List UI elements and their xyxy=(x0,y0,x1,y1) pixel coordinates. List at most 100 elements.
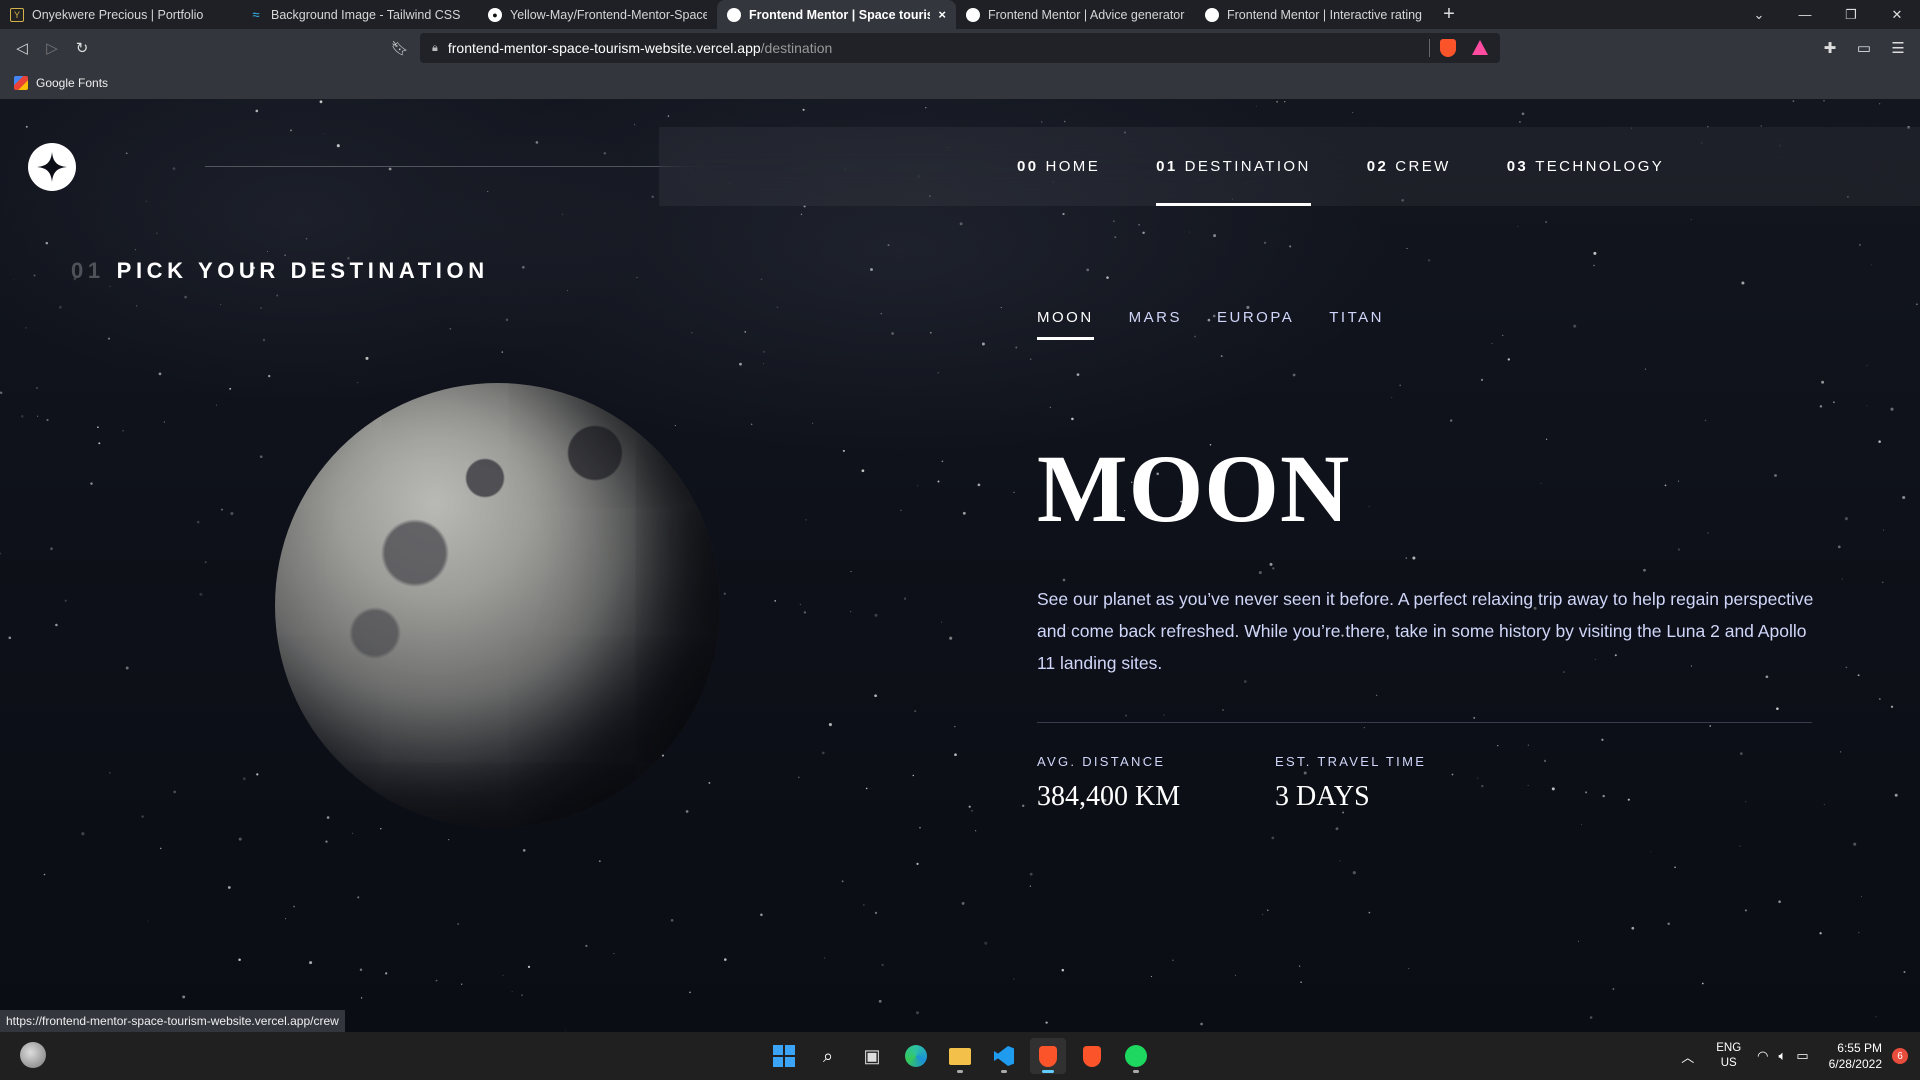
lock-icon: 🔒︎ xyxy=(432,41,438,54)
region-code: US xyxy=(1720,1057,1737,1069)
windows-start-icon[interactable] xyxy=(766,1038,802,1074)
nav-number: 03 xyxy=(1506,158,1529,175)
volume-icon[interactable]: 🔈︎ xyxy=(1779,1048,1787,1064)
tab-github[interactable]: ● Yellow-May/Frontend-Mentor-Space-t xyxy=(478,0,717,29)
bookmark-google-fonts[interactable]: Google Fonts xyxy=(36,76,108,90)
globe-favicon-icon xyxy=(966,7,980,22)
battery-icon[interactable]: ▭ xyxy=(1796,1048,1808,1064)
tab-title: Frontend Mentor | Advice generator a xyxy=(988,7,1185,22)
destination-page: 00 HOME 01 DESTINATION 02 CREW 03 TECHNOLOGY… xyxy=(0,99,1920,1032)
tab-europa[interactable]: EUROPA xyxy=(1217,309,1294,340)
extensions-icon[interactable]: ✚ xyxy=(1815,33,1845,63)
input-language[interactable]: ENG US xyxy=(1716,1041,1741,1071)
portfolio-favicon-icon: Y xyxy=(10,7,24,22)
wifi-icon[interactable]: ◠ xyxy=(1757,1048,1768,1064)
stats-divider xyxy=(1037,722,1812,723)
task-view-icon[interactable]: ▣ xyxy=(854,1038,890,1074)
stat-value: 3 DAYS xyxy=(1275,781,1370,812)
stat-value: 384,400 KM xyxy=(1037,781,1181,812)
search-icon[interactable]: ⌕ xyxy=(810,1038,846,1074)
clock-time: 6:55 PM xyxy=(1837,1041,1882,1055)
tab-tailwind[interactable]: ≈ Background Image - Tailwind CSS xyxy=(239,0,478,29)
stat-label: AVG. DISTANCE xyxy=(1037,754,1166,769)
tab-title: Frontend Mentor | Space tourism xyxy=(749,7,931,22)
tab-interactive-rating[interactable]: Frontend Mentor | Interactive rating c xyxy=(1195,0,1434,29)
nav-label: TECHNOLOGY xyxy=(1535,158,1665,175)
weather-widget-icon[interactable] xyxy=(20,1042,46,1068)
restore-icon[interactable]: ❐ xyxy=(1828,0,1874,29)
file-explorer-icon[interactable] xyxy=(942,1038,978,1074)
address-bar[interactable]: 🔒︎ frontend-mentor-space-tourism-website… xyxy=(420,33,1500,63)
reload-icon[interactable]: ↻ xyxy=(67,33,97,63)
url-path: /destination xyxy=(760,40,833,56)
nav-crew[interactable]: 02 CREW xyxy=(1367,127,1451,206)
brave-icon[interactable] xyxy=(1030,1038,1066,1074)
globe-favicon-icon xyxy=(727,7,741,22)
nav-label: DESTINATION xyxy=(1184,158,1311,175)
site-logo[interactable] xyxy=(28,143,76,191)
vscode-icon[interactable] xyxy=(986,1038,1022,1074)
google-fonts-icon xyxy=(14,76,28,90)
nav-destination[interactable]: 01 DESTINATION xyxy=(1156,127,1311,206)
globe-favicon-icon xyxy=(1205,7,1219,22)
new-tab-button[interactable]: + xyxy=(1434,0,1464,29)
nav-number: 02 xyxy=(1366,158,1389,175)
stat-distance: AVG. DISTANCE 384,400 KM xyxy=(1037,754,1180,813)
forward-icon[interactable]: ▷ xyxy=(37,33,67,63)
tab-title: Background Image - Tailwind CSS xyxy=(271,7,461,22)
system-tray: ︿ ENG US ◠ 🔈︎ ▭ 6:55 PM 6/28/2022 6 xyxy=(1681,1032,1920,1080)
spotify-icon[interactable] xyxy=(1118,1038,1154,1074)
destination-description: See our planet as you’ve never seen it b… xyxy=(1037,589,1814,673)
tab-list-chevron-icon[interactable]: ⌄ xyxy=(1736,0,1782,29)
header-divider-line xyxy=(205,166,730,167)
menu-icon[interactable]: ☰ xyxy=(1883,33,1913,63)
window-controls: ⌄ — ❐ ✕ xyxy=(1736,0,1920,29)
nav-label: CREW xyxy=(1395,158,1451,175)
url-host: frontend-mentor-space-tourism-website.ve… xyxy=(447,40,761,56)
moon-image xyxy=(275,383,720,828)
clock[interactable]: 6:55 PM 6/28/2022 xyxy=(1829,1040,1882,1072)
stat-label: EST. TRAVEL TIME xyxy=(1275,754,1427,769)
tab-portfolio[interactable]: Y Onyekwere Precious | Portfolio xyxy=(0,0,239,29)
tab-title: Frontend Mentor | Interactive rating c xyxy=(1227,7,1424,22)
destination-tabs: MOON MARS EUROPA TITAN xyxy=(1037,309,1384,340)
bookmarks-bar: Google Fonts xyxy=(0,67,1920,99)
tab-strip: Y Onyekwere Precious | Portfolio ≈ Backg… xyxy=(0,0,1920,29)
tab-moon[interactable]: MOON xyxy=(1037,309,1094,340)
nav-technology[interactable]: 03 TECHNOLOGY xyxy=(1507,127,1665,206)
brave-shields-icon[interactable] xyxy=(1440,39,1456,57)
tab-mars[interactable]: MARS xyxy=(1129,309,1182,340)
nav-label: HOME xyxy=(1045,158,1101,175)
bookmark-icon[interactable]: 🔖︎ xyxy=(391,40,409,57)
heading-text: PICK YOUR DESTINATION xyxy=(116,258,489,283)
star-logo-icon xyxy=(37,152,67,182)
wallet-icon[interactable]: ▭ xyxy=(1849,33,1879,63)
browser-toolbar: ◁ ▷ ↻ 🔖︎ 🔒︎ frontend-mentor-space-touris… xyxy=(0,29,1920,67)
edge-icon[interactable] xyxy=(898,1038,934,1074)
github-favicon-icon: ● xyxy=(488,7,502,22)
destination-name: MOON xyxy=(1037,435,1351,542)
clock-date: 6/28/2022 xyxy=(1828,1057,1882,1071)
back-icon[interactable]: ◁ xyxy=(7,33,37,63)
tab-titan[interactable]: TITAN xyxy=(1329,309,1384,340)
brave-icon[interactable] xyxy=(1074,1038,1110,1074)
tab-space-tourism[interactable]: Frontend Mentor | Space tourism × xyxy=(717,0,956,29)
tailwind-favicon-icon: ≈ xyxy=(252,7,260,22)
page-heading: 01 PICK YOUR DESTINATION xyxy=(71,258,489,284)
minimize-icon[interactable]: — xyxy=(1782,0,1828,29)
nav-home[interactable]: 00 HOME xyxy=(1017,127,1100,206)
close-tab-icon[interactable]: × xyxy=(938,7,946,22)
taskbar-apps: ⌕ ▣ xyxy=(766,1032,1154,1080)
notification-badge[interactable]: 6 xyxy=(1892,1048,1908,1064)
brave-rewards-icon[interactable] xyxy=(1472,40,1488,55)
close-window-icon[interactable]: ✕ xyxy=(1874,0,1920,29)
language-code: ENG xyxy=(1716,1042,1742,1054)
taskbar: ⌕ ▣ ︿ ENG US ◠ 🔈︎ ▭ 6:55 PM 6/28/2022 6 xyxy=(0,1032,1920,1080)
tab-advice-generator[interactable]: Frontend Mentor | Advice generator a xyxy=(956,0,1195,29)
chevron-up-icon[interactable]: ︿ xyxy=(1681,1047,1694,1066)
heading-number: 01 xyxy=(71,258,105,283)
status-bar-url: https://frontend-mentor-space-tourism-we… xyxy=(0,1010,345,1032)
nav-number: 00 xyxy=(1017,158,1039,175)
tab-title: Onyekwere Precious | Portfolio xyxy=(32,7,204,22)
address-divider xyxy=(1429,39,1430,57)
